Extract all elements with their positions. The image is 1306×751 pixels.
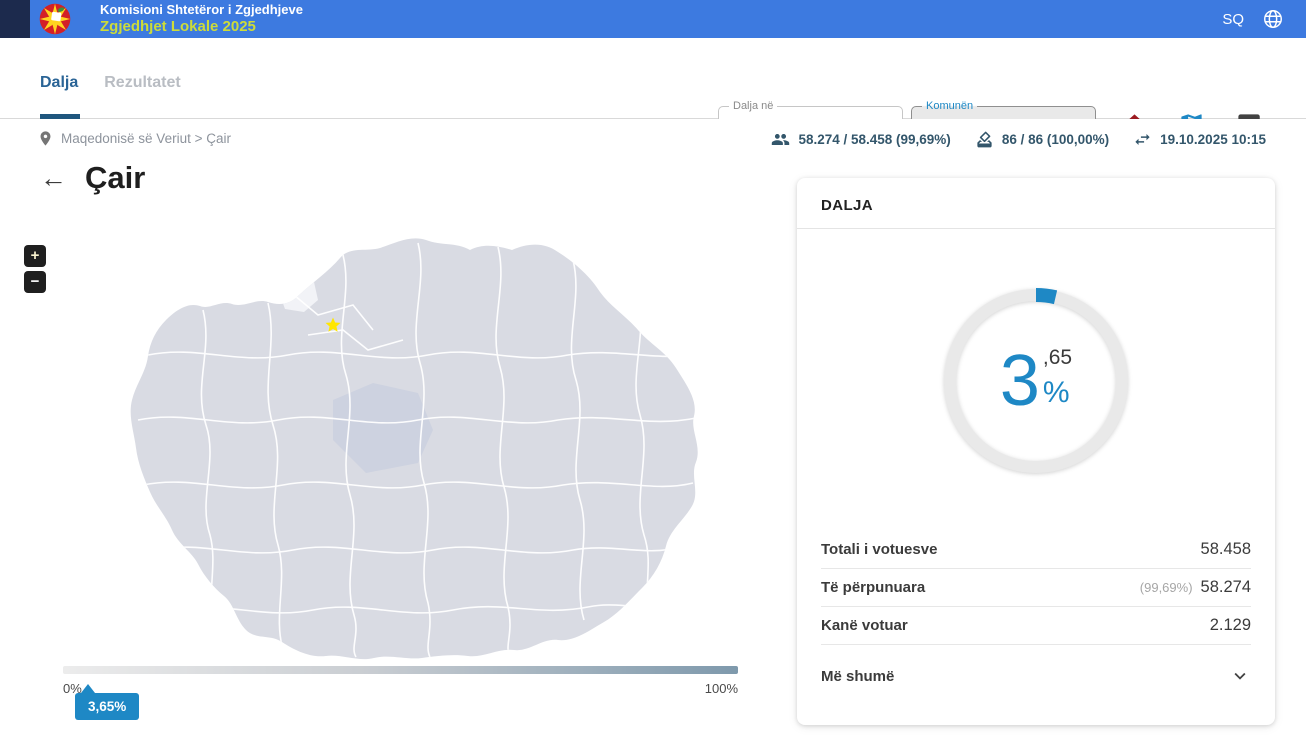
summary-stats: 58.274 / 58.458 (99,69%) 86 / 86 (100,00… bbox=[771, 130, 1266, 149]
breadcrumb-path: Maqedonisë së Veriut > Çair bbox=[61, 131, 231, 146]
slider-max-label: 100% bbox=[705, 681, 738, 696]
slider-handle[interactable] bbox=[81, 684, 95, 693]
turnout-stats-list: Totali i votuesve 58.458 Të përpunuara (… bbox=[821, 531, 1251, 645]
turnout-gauge: 3 ,65 % bbox=[938, 283, 1134, 479]
municipality-map[interactable] bbox=[118, 235, 740, 662]
tab-rezultatet[interactable]: Rezultatet bbox=[104, 74, 180, 92]
app-header: Komisioni Shtetëror i Zgjedhjeve Zgjedhj… bbox=[0, 0, 1306, 38]
org-name: Komisioni Shtetëror i Zgjedhjeve bbox=[100, 2, 303, 18]
stations-stat: 86 / 86 (100,00%) bbox=[975, 130, 1109, 149]
back-button[interactable]: ← bbox=[40, 165, 67, 192]
row-value: 58.458 bbox=[1201, 540, 1251, 559]
voters-stat: 58.274 / 58.458 (99,69%) bbox=[771, 130, 950, 149]
page-title: Çair bbox=[85, 160, 145, 196]
location-pin-icon bbox=[37, 130, 54, 147]
tab-dalja[interactable]: Dalja bbox=[40, 74, 78, 92]
page: Komisioni Shtetëror i Zgjedhjeve Zgjedhj… bbox=[0, 0, 1306, 751]
gauge-integer: 3 bbox=[1000, 345, 1040, 417]
map-zoom-controls: + − bbox=[24, 245, 46, 293]
breadcrumb[interactable]: Maqedonisë së Veriut > Çair bbox=[37, 130, 231, 147]
updated-stat: 19.10.2025 10:15 bbox=[1133, 130, 1266, 149]
header-stripe bbox=[0, 0, 30, 38]
breadcrumb-row: Maqedonisë së Veriut > Çair 58.274 / 58.… bbox=[0, 119, 1306, 161]
gauge-decimal: ,65 bbox=[1043, 346, 1072, 370]
list-item-total-voters: Totali i votuesve 58.458 bbox=[821, 531, 1251, 569]
municipality-select-label: Komunën bbox=[922, 100, 977, 112]
turnout-slider: 0% 100% 3,65% bbox=[63, 666, 738, 696]
tab-bar: Dalja Rezultatet bbox=[40, 74, 181, 92]
zoom-in-button[interactable]: + bbox=[24, 245, 46, 267]
row-value: 58.274 bbox=[1201, 578, 1251, 597]
header-titles: Komisioni Shtetëror i Zgjedhjeve Zgjedhj… bbox=[100, 2, 303, 37]
row-sub: (99,69%) bbox=[1140, 580, 1193, 595]
list-item-processed: Të përpunuara (99,69%) 58.274 bbox=[821, 569, 1251, 607]
language-code[interactable]: SQ bbox=[1222, 11, 1244, 28]
row-label: Kanë votuar bbox=[821, 617, 908, 634]
commission-logo-icon bbox=[38, 2, 72, 36]
chevron-down-icon bbox=[1229, 665, 1251, 687]
voters-stat-value: 58.274 / 58.458 (99,69%) bbox=[798, 132, 950, 147]
map-country-fill bbox=[118, 235, 740, 662]
more-expander[interactable]: Më shumë bbox=[821, 665, 1251, 687]
ballot-box-icon bbox=[975, 130, 994, 149]
list-item-have-voted: Kanë votuar 2.129 bbox=[821, 607, 1251, 645]
stations-stat-value: 86 / 86 (100,00%) bbox=[1002, 132, 1109, 147]
time-select-label: Dalja në bbox=[729, 100, 777, 112]
gauge-percent-sign: % bbox=[1043, 376, 1070, 410]
voters-icon bbox=[771, 130, 790, 149]
more-label: Më shumë bbox=[821, 668, 894, 685]
page-title-row: ← Çair bbox=[40, 160, 145, 196]
updated-stat-value: 19.10.2025 10:15 bbox=[1160, 132, 1266, 147]
card-title: DALJA bbox=[797, 178, 1275, 229]
zoom-out-button[interactable]: − bbox=[24, 271, 46, 293]
toolbar: Dalja Rezultatet Dalja në 09:00 Komunën … bbox=[0, 38, 1306, 119]
slider-value-badge[interactable]: 3,65% bbox=[75, 693, 139, 720]
slider-track[interactable] bbox=[63, 666, 738, 674]
row-value: 2.129 bbox=[1210, 616, 1251, 635]
turnout-card: DALJA 3 ,65 % Totali i votuesve 58.458 bbox=[797, 178, 1275, 725]
row-label: Totali i votuesve bbox=[821, 541, 937, 558]
app-title: Zgjedhjet Lokale 2025 bbox=[100, 18, 303, 37]
globe-icon[interactable] bbox=[1262, 8, 1284, 30]
row-label: Të përpunuara bbox=[821, 579, 925, 596]
sync-arrows-icon bbox=[1133, 130, 1152, 149]
